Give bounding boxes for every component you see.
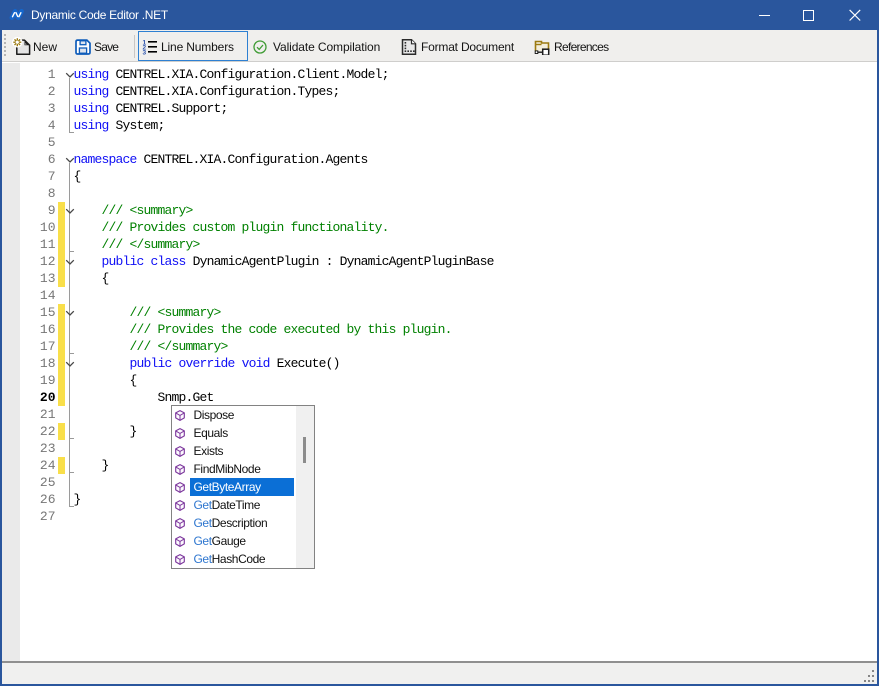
svg-text:3: 3 [143, 50, 147, 56]
